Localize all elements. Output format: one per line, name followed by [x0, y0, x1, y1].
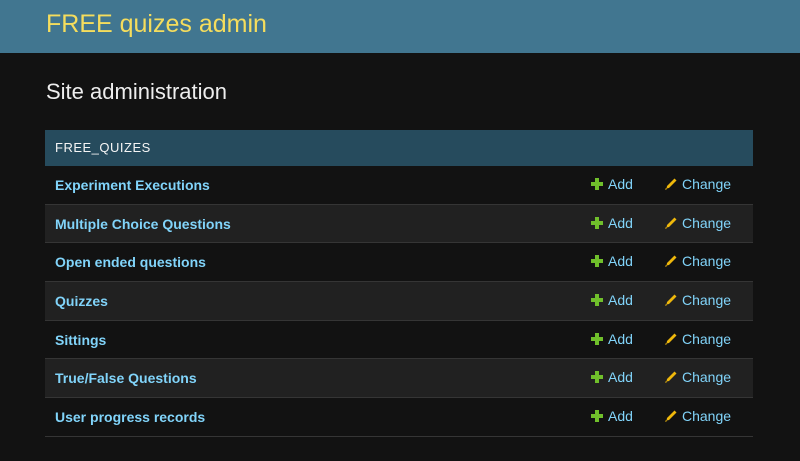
plus-icon	[590, 293, 604, 307]
add-label: Add	[608, 214, 633, 231]
add-label: Add	[608, 292, 633, 309]
site-header: FREE quizes admin	[0, 0, 800, 53]
add-link[interactable]: Add	[590, 215, 633, 231]
model-row: Multiple Choice Questions Add Change	[45, 204, 753, 244]
plus-icon	[590, 216, 604, 230]
pencil-icon	[664, 254, 678, 268]
model-link[interactable]: Experiment Executions	[55, 177, 210, 193]
model-row: Open ended questions Add Change	[45, 243, 753, 283]
change-link[interactable]: Change	[664, 253, 731, 269]
model-link[interactable]: Quizzes	[55, 293, 108, 309]
model-row: Experiment Executions Add Change	[45, 166, 753, 205]
pencil-icon	[664, 409, 678, 423]
change-link[interactable]: Change	[664, 215, 731, 231]
add-link[interactable]: Add	[590, 369, 633, 385]
add-label: Add	[608, 253, 633, 270]
plus-icon	[590, 332, 604, 346]
model-link[interactable]: User progress records	[55, 409, 205, 425]
model-link[interactable]: True/False Questions	[55, 370, 197, 386]
app-module-free-quizes: FREE_QUIZES Experiment Executions Add Chan…	[45, 130, 753, 437]
change-link[interactable]: Change	[664, 369, 731, 385]
add-label: Add	[608, 330, 633, 347]
plus-icon	[590, 409, 604, 423]
change-label: Change	[682, 253, 732, 270]
pencil-icon	[664, 293, 678, 307]
add-link[interactable]: Add	[590, 253, 633, 269]
change-link[interactable]: Change	[664, 331, 731, 347]
plus-icon	[590, 370, 604, 384]
pencil-icon	[664, 370, 678, 384]
change-label: Change	[682, 292, 732, 309]
page-title: Site administration	[46, 79, 227, 104]
module-rows: Experiment Executions Add Change Multiple C…	[45, 166, 753, 437]
change-link[interactable]: Change	[664, 292, 731, 308]
site-brand[interactable]: FREE quizes admin	[46, 10, 267, 39]
model-link[interactable]: Open ended questions	[55, 254, 206, 270]
model-row: True/False Questions Add Change	[45, 359, 753, 399]
change-link[interactable]: Change	[664, 408, 731, 424]
add-label: Add	[608, 369, 633, 386]
model-row: User progress records Add Change	[45, 398, 753, 437]
change-link[interactable]: Change	[664, 176, 731, 192]
pencil-icon	[664, 332, 678, 346]
change-label: Change	[682, 214, 732, 231]
add-link[interactable]: Add	[590, 408, 633, 424]
model-link[interactable]: Multiple Choice Questions	[55, 216, 231, 232]
change-label: Change	[682, 369, 732, 386]
model-row: Quizzes Add Change	[45, 282, 753, 321]
plus-icon	[590, 177, 604, 191]
model-row: Sittings Add Change	[45, 321, 753, 360]
change-label: Change	[682, 408, 732, 425]
change-label: Change	[682, 330, 732, 347]
model-link[interactable]: Sittings	[55, 332, 106, 348]
add-label: Add	[608, 408, 633, 425]
module-caption[interactable]: FREE_QUIZES	[45, 130, 753, 166]
add-link[interactable]: Add	[590, 176, 633, 192]
plus-icon	[590, 254, 604, 268]
add-link[interactable]: Add	[590, 292, 633, 308]
pencil-icon	[664, 216, 678, 230]
change-label: Change	[682, 176, 732, 192]
add-link[interactable]: Add	[590, 331, 633, 347]
add-label: Add	[608, 176, 633, 192]
pencil-icon	[664, 177, 678, 191]
